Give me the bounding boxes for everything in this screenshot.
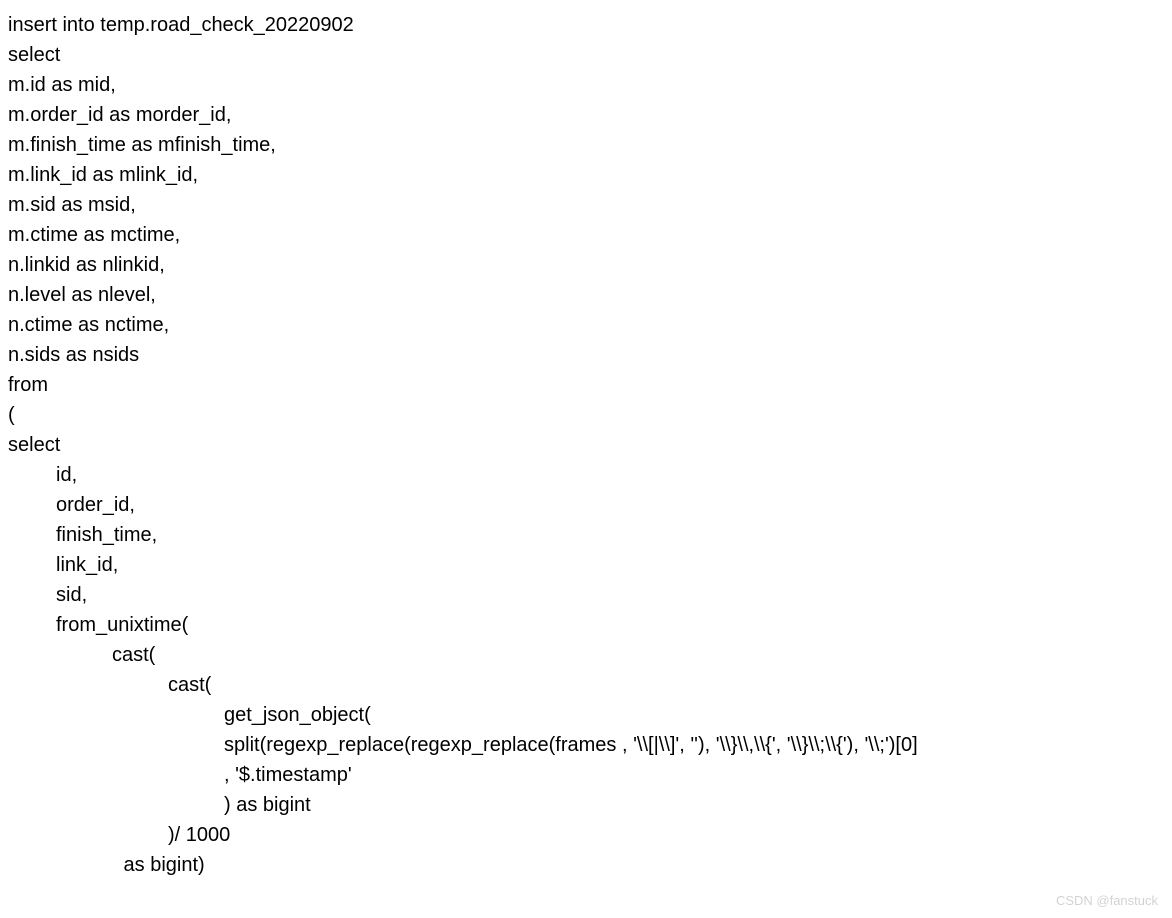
code-line: m.link_id as mlink_id, — [8, 160, 1164, 190]
code-line: get_json_object( — [8, 700, 1164, 730]
code-line: finish_time, — [8, 520, 1164, 550]
code-line: link_id, — [8, 550, 1164, 580]
code-line: m.order_id as morder_id, — [8, 100, 1164, 130]
watermark-text: CSDN @fanstuck — [1056, 891, 1158, 911]
code-line: m.finish_time as mfinish_time, — [8, 130, 1164, 160]
code-line: split(regexp_replace(regexp_replace(fram… — [8, 730, 1164, 760]
code-line: select — [8, 40, 1164, 70]
code-line: as bigint) — [8, 850, 1164, 880]
code-line: ( — [8, 400, 1164, 430]
code-line: from_unixtime( — [8, 610, 1164, 640]
code-line: select — [8, 430, 1164, 460]
code-line: n.level as nlevel, — [8, 280, 1164, 310]
code-line: n.linkid as nlinkid, — [8, 250, 1164, 280]
code-line: , '$.timestamp' — [8, 760, 1164, 790]
code-line: id, — [8, 460, 1164, 490]
code-line: n.ctime as nctime, — [8, 310, 1164, 340]
code-line: order_id, — [8, 490, 1164, 520]
code-line: )/ 1000 — [8, 820, 1164, 850]
code-line: m.ctime as mctime, — [8, 220, 1164, 250]
code-line: m.id as mid, — [8, 70, 1164, 100]
code-line: sid, — [8, 580, 1164, 610]
code-line: n.sids as nsids — [8, 340, 1164, 370]
sql-code-block: insert into temp.road_check_20220902 sel… — [8, 10, 1164, 880]
code-line: m.sid as msid, — [8, 190, 1164, 220]
code-line: from — [8, 370, 1164, 400]
code-line: insert into temp.road_check_20220902 — [8, 10, 1164, 40]
code-line: cast( — [8, 670, 1164, 700]
code-line: cast( — [8, 640, 1164, 670]
code-line: ) as bigint — [8, 790, 1164, 820]
